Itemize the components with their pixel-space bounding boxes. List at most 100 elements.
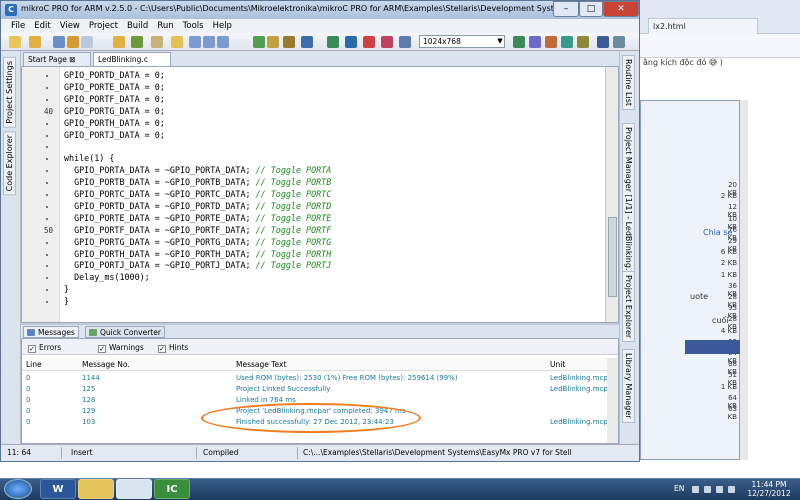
stop-icon[interactable] [363, 36, 375, 48]
message-row[interactable]: 0 125 Project Linked Successfully LedBlinki… [22, 384, 615, 395]
col-unit[interactable]: Unit [550, 360, 565, 369]
save-icon[interactable] [53, 36, 65, 48]
volume-icon[interactable] [728, 486, 735, 493]
scroll-thumb[interactable] [608, 217, 617, 297]
mikroc-taskbar-app[interactable]: IC [154, 479, 190, 499]
code-line[interactable]: GPIO_PORTE_DATA = 0; [64, 81, 165, 93]
code-line[interactable]: GPIO_PORTB_DATA = ~GPIO_PORTB_DATA; // T… [64, 176, 331, 188]
code-line[interactable]: GPIO_PORTF_DATA = 0; [64, 93, 165, 105]
code-line[interactable]: GPIO_PORTJ_DATA = 0; [64, 129, 165, 141]
code-line[interactable]: GPIO_PORTH_DATA = 0; [64, 117, 165, 129]
maximize-button[interactable]: □ [579, 1, 603, 17]
cut-icon[interactable] [189, 36, 201, 48]
tab-project-settings[interactable]: Project Settings [3, 57, 16, 128]
language-indicator[interactable]: EN [674, 484, 684, 493]
network-icon[interactable] [704, 486, 711, 493]
start-button[interactable] [4, 479, 32, 499]
code-editor[interactable]: 40 50 GPIO_PORTD_DATA = 0; GPIO_PORTE_DATA… [21, 66, 619, 323]
code-line[interactable]: GPIO_PORTF_DATA = ~GPIO_PORTF_DATA; // T… [64, 224, 331, 236]
tool-4-icon[interactable] [561, 36, 573, 48]
tab-project-explorer[interactable]: Project Explorer [622, 271, 635, 343]
tool-2-icon[interactable] [529, 36, 541, 48]
menu-help[interactable]: Help [209, 19, 237, 31]
col-message-text[interactable]: Message Text [236, 360, 286, 369]
checkbox[interactable]: ✓ [98, 345, 106, 353]
text-format-icon[interactable] [345, 36, 357, 48]
code-line[interactable]: GPIO_PORTJ_DATA = ~GPIO_PORTJ_DATA; // T… [64, 259, 331, 271]
mikroc-app-icon[interactable]: C [5, 4, 17, 16]
menu-view[interactable]: View [56, 19, 85, 31]
code-line[interactable]: GPIO_PORTC_DATA = ~GPIO_PORTC_DATA; // T… [64, 188, 331, 200]
build-icon[interactable] [253, 36, 265, 48]
code-line[interactable]: GPIO_PORTD_DATA = ~GPIO_PORTD_DATA; // T… [64, 200, 331, 212]
editor-scrollbar[interactable] [605, 67, 618, 322]
chevron-down-icon[interactable]: ▼ [495, 35, 505, 48]
tab-ledblinking[interactable]: LedBlinking.c [93, 52, 171, 66]
code-line[interactable]: } [64, 283, 69, 295]
open-icon[interactable] [29, 36, 41, 48]
hints-filter[interactable]: ✓ Hints [158, 343, 188, 353]
code-line[interactable]: GPIO_PORTG_DATA = 0; [64, 105, 165, 117]
message-row[interactable]: 0 1144 Used ROM (bytes): 2530 (1%) Free RO… [22, 373, 615, 384]
folder-icon[interactable] [171, 36, 183, 48]
tool-5-icon[interactable] [577, 36, 589, 48]
tool-1-icon[interactable] [513, 36, 525, 48]
tab-start-page[interactable]: Start Page ⊠ [23, 52, 91, 66]
tray-up-icon[interactable] [692, 486, 699, 493]
messages-scrollbar[interactable] [607, 358, 618, 443]
menu-file[interactable]: File [7, 19, 30, 31]
explorer-taskbar-app[interactable] [78, 479, 114, 499]
menu-edit[interactable]: Edit [30, 19, 55, 31]
print-icon[interactable] [81, 36, 93, 48]
col-message-no[interactable]: Message No. [82, 360, 130, 369]
code-line[interactable]: Delay_ms(1000); [64, 271, 150, 283]
close-icon[interactable]: ⊠ [69, 55, 75, 64]
code-line[interactable]: while(1) { [64, 152, 114, 164]
chrome-taskbar-app[interactable] [116, 479, 152, 499]
close-button[interactable]: ✕ [603, 1, 639, 17]
browser-scrollbar[interactable] [740, 100, 748, 460]
project-icon[interactable] [113, 36, 125, 48]
browser-tab[interactable]: lx2.html [648, 18, 758, 34]
find-icon[interactable] [399, 36, 411, 48]
build-all-icon[interactable] [267, 36, 279, 48]
options-icon[interactable] [283, 36, 295, 48]
tab-routine-list[interactable]: Routine List [622, 55, 635, 111]
tab-code-explorer[interactable]: Code Explorer [3, 131, 16, 196]
tool-6-icon[interactable] [597, 36, 609, 48]
save-all-icon[interactable] [67, 36, 79, 48]
tab-messages[interactable]: Messages [23, 326, 79, 338]
checkbox[interactable]: ✓ [28, 345, 36, 353]
col-line[interactable]: Line [26, 360, 42, 369]
tab-quick-converter[interactable]: Quick Converter [85, 326, 165, 338]
code-line[interactable]: GPIO_PORTH_DATA = ~GPIO_PORTH_DATA; // T… [64, 248, 331, 260]
menu-build[interactable]: Build [123, 19, 153, 31]
code-line[interactable]: } [64, 295, 69, 307]
bookmark-icon[interactable] [381, 36, 393, 48]
checkbox[interactable]: ✓ [158, 345, 166, 353]
warnings-filter[interactable]: ✓ Warnings [98, 343, 144, 353]
code-line[interactable]: GPIO_PORTA_DATA = ~GPIO_PORTA_DATA; // T… [64, 164, 331, 176]
minimize-button[interactable]: – [553, 1, 579, 17]
code-line[interactable]: GPIO_PORTE_DATA = ~GPIO_PORTE_DATA; // T… [64, 212, 331, 224]
tab-library-manager[interactable]: Library Manager [622, 349, 635, 423]
word-taskbar-app[interactable]: W [40, 479, 76, 499]
program-icon[interactable] [301, 36, 313, 48]
clock[interactable]: 11:44 PM 12/27/2012 [742, 480, 796, 498]
add-file-icon[interactable] [131, 36, 143, 48]
tool-3-icon[interactable] [545, 36, 557, 48]
quote-button[interactable]: uote [690, 292, 708, 301]
copy-icon[interactable] [203, 36, 215, 48]
new-file-icon[interactable] [9, 36, 21, 48]
resolution-select[interactable]: 1024x768 [419, 35, 505, 48]
help-icon[interactable] [613, 36, 625, 48]
menu-run[interactable]: Run [153, 19, 178, 31]
code-area[interactable]: GPIO_PORTD_DATA = 0; GPIO_PORTE_DATA = 0;… [64, 67, 604, 322]
share-link[interactable]: Chia sẻ [703, 228, 732, 237]
last-page-link[interactable]: cuối [712, 316, 729, 325]
code-line[interactable]: GPIO_PORTG_DATA = ~GPIO_PORTG_DATA; // T… [64, 236, 331, 248]
undo-icon[interactable] [151, 36, 163, 48]
menu-tools[interactable]: Tools [179, 19, 209, 31]
debug-icon[interactable] [327, 36, 339, 48]
flag-icon[interactable] [716, 486, 723, 493]
